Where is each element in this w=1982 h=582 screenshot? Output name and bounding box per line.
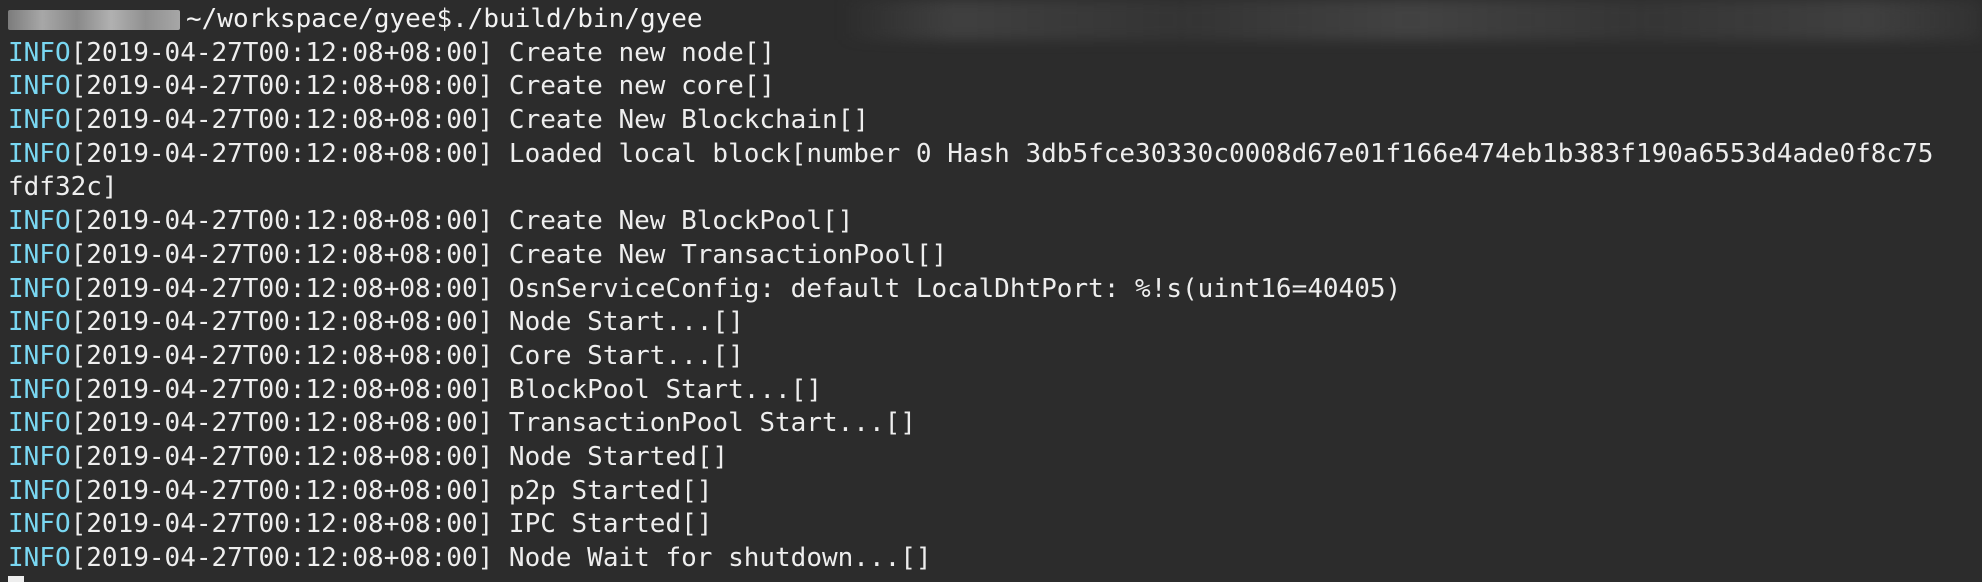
log-line: INFO[2019-04-27T00:12:08+08:00] IPC Star… xyxy=(8,508,1982,542)
log-message: [2019-04-27T00:12:08+08:00] OsnServiceCo… xyxy=(70,273,1402,304)
terminal-window[interactable]: ~/workspace/gyee$./build/bin/gyee INFO[2… xyxy=(0,0,1982,582)
log-line: INFO[2019-04-27T00:12:08+08:00] BlockPoo… xyxy=(8,374,1982,408)
log-level-label: INFO xyxy=(8,543,71,573)
terminal-cursor xyxy=(8,576,24,582)
log-level-label: INFO xyxy=(8,475,71,506)
log-output: INFO[2019-04-27T00:12:08+08:00] Create n… xyxy=(8,37,1982,576)
log-line: INFO[2019-04-27T00:12:08+08:00] Node Wai… xyxy=(8,542,1982,576)
log-line: INFO[2019-04-27T00:12:08+08:00] Node Sta… xyxy=(8,306,1982,340)
log-message: [2019-04-27T00:12:08+08:00] Create New B… xyxy=(70,206,854,237)
log-message: fdf32c] xyxy=(8,172,118,203)
log-level-label: INFO xyxy=(8,71,71,102)
log-message: [2019-04-27T00:12:08+08:00] Create New T… xyxy=(70,239,948,270)
prompt-command: ./build/bin/gyee xyxy=(452,4,703,34)
log-message: [2019-04-27T00:12:08+08:00] Create new n… xyxy=(70,37,776,68)
log-message: [2019-04-27T00:12:08+08:00] Create new c… xyxy=(70,71,776,102)
log-level-label: INFO xyxy=(8,509,71,540)
log-line: INFO[2019-04-27T00:12:08+08:00] p2p Star… xyxy=(8,475,1982,509)
log-level-label: INFO xyxy=(8,239,71,270)
log-message: [2019-04-27T00:12:08+08:00] Node Wait fo… xyxy=(70,543,932,573)
log-line: INFO[2019-04-27T00:12:08+08:00] Create N… xyxy=(8,239,1982,273)
log-line: INFO[2019-04-27T00:12:08+08:00] Create N… xyxy=(8,205,1982,239)
log-level-label: INFO xyxy=(8,307,71,338)
log-level-label: INFO xyxy=(8,273,71,304)
log-level-label: INFO xyxy=(8,105,71,136)
log-message: [2019-04-27T00:12:08+08:00] Node Start..… xyxy=(70,307,744,338)
log-message: [2019-04-27T00:12:08+08:00] Loaded local… xyxy=(70,138,1934,169)
log-line: INFO[2019-04-27T00:12:08+08:00] Create n… xyxy=(8,37,1982,71)
log-line: fdf32c] xyxy=(8,171,1982,205)
log-level-label: INFO xyxy=(8,206,71,237)
log-message: [2019-04-27T00:12:08+08:00] Node Started… xyxy=(70,441,729,472)
log-message: [2019-04-27T00:12:08+08:00] Core Start..… xyxy=(70,340,744,371)
prompt-path: ~/workspace/gyee$ xyxy=(186,4,453,34)
log-level-label: INFO xyxy=(8,408,71,439)
log-level-label: INFO xyxy=(8,37,71,68)
log-message: [2019-04-27T00:12:08+08:00] TransactionP… xyxy=(70,408,916,439)
log-message: [2019-04-27T00:12:08+08:00] Create New B… xyxy=(70,105,869,136)
log-level-label: INFO xyxy=(8,374,71,405)
log-message: [2019-04-27T00:12:08+08:00] IPC Started[… xyxy=(70,509,713,540)
log-line: INFO[2019-04-27T00:12:08+08:00] Loaded l… xyxy=(8,138,1982,172)
log-line: INFO[2019-04-27T00:12:08+08:00] Core Sta… xyxy=(8,340,1982,374)
log-line: INFO[2019-04-27T00:12:08+08:00] Create n… xyxy=(8,70,1982,104)
redacted-username xyxy=(8,9,180,30)
log-level-label: INFO xyxy=(8,340,71,371)
log-message: [2019-04-27T00:12:08+08:00] BlockPool St… xyxy=(70,374,822,405)
log-line: INFO[2019-04-27T00:12:08+08:00] Node Sta… xyxy=(8,441,1982,475)
log-level-label: INFO xyxy=(8,138,71,169)
log-line: INFO[2019-04-27T00:12:08+08:00] Create N… xyxy=(8,104,1982,138)
log-message: [2019-04-27T00:12:08+08:00] p2p Started[… xyxy=(70,475,713,506)
log-line: INFO[2019-04-27T00:12:08+08:00] OsnServi… xyxy=(8,273,1982,307)
log-level-label: INFO xyxy=(8,441,71,472)
log-line: INFO[2019-04-27T00:12:08+08:00] Transact… xyxy=(8,407,1982,441)
prompt-line: ~/workspace/gyee$./build/bin/gyee xyxy=(8,3,1982,37)
